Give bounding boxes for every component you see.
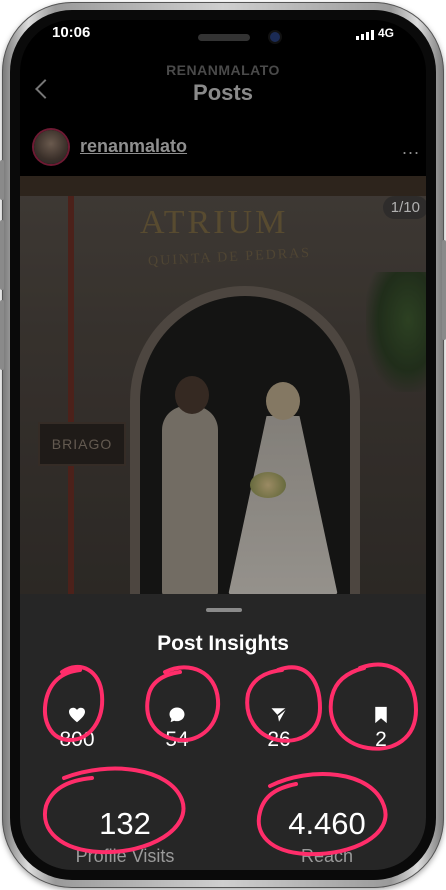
post-header: renanmalato ... — [20, 120, 426, 176]
profile-visits-stat: 132 Profile Visits — [40, 806, 210, 867]
profile-visits-count: 132 — [99, 806, 151, 841]
insights-title: Post Insights — [157, 632, 289, 655]
avatar[interactable] — [34, 130, 68, 164]
reach-label: Reach — [300, 846, 354, 866]
bookmark-icon — [346, 704, 416, 726]
power-button — [442, 240, 446, 340]
nav-username: RENANMALATO — [166, 62, 280, 78]
status-time: 10:06 — [52, 24, 91, 41]
reach-count: 4.460 — [288, 806, 366, 841]
photo-dim-overlay — [20, 176, 426, 594]
likes-count: 800 — [59, 728, 95, 751]
image-counter: 1/10 — [382, 196, 426, 219]
nav-bar: RENANMALATO Posts — [20, 60, 426, 120]
insights-sheet: Post Insights 800 54 26 2 132 Profile Vi… — [20, 594, 426, 870]
comments-count: 54 — [165, 728, 189, 751]
network-label: 4G — [377, 26, 394, 40]
send-icon — [244, 704, 314, 726]
sheet-handle[interactable] — [206, 608, 242, 612]
status-indicators: 4G — [355, 26, 394, 40]
page-title: Posts — [193, 80, 253, 105]
post-username[interactable]: renanmalato — [80, 136, 187, 157]
front-camera — [270, 32, 280, 42]
likes-stat: 800 — [42, 704, 112, 752]
comments-stat: 54 — [142, 704, 212, 752]
heart-icon — [42, 704, 112, 726]
volume-up-button — [0, 220, 4, 290]
mute-switch — [0, 160, 4, 200]
profile-visits-label: Profile Visits — [75, 846, 175, 866]
post-photo[interactable]: ATRIUM QUINTA DE PEDRAS BRIAGO 1/10 — [20, 176, 426, 594]
signal-icon — [355, 30, 374, 40]
volume-down-button — [0, 300, 4, 370]
screen: 10:06 4G RENANMALATO Posts renanmalato .… — [20, 20, 426, 870]
saves-stat: 2 — [346, 704, 416, 752]
shares-count: 26 — [267, 728, 291, 751]
comment-icon — [142, 704, 212, 726]
notch — [118, 20, 328, 60]
reach-stat: 4.460 Reach — [242, 806, 412, 867]
more-options-icon[interactable]: ... — [402, 138, 420, 159]
saves-count: 2 — [375, 728, 387, 751]
speaker-grille — [198, 34, 250, 41]
shares-stat: 26 — [244, 704, 314, 752]
